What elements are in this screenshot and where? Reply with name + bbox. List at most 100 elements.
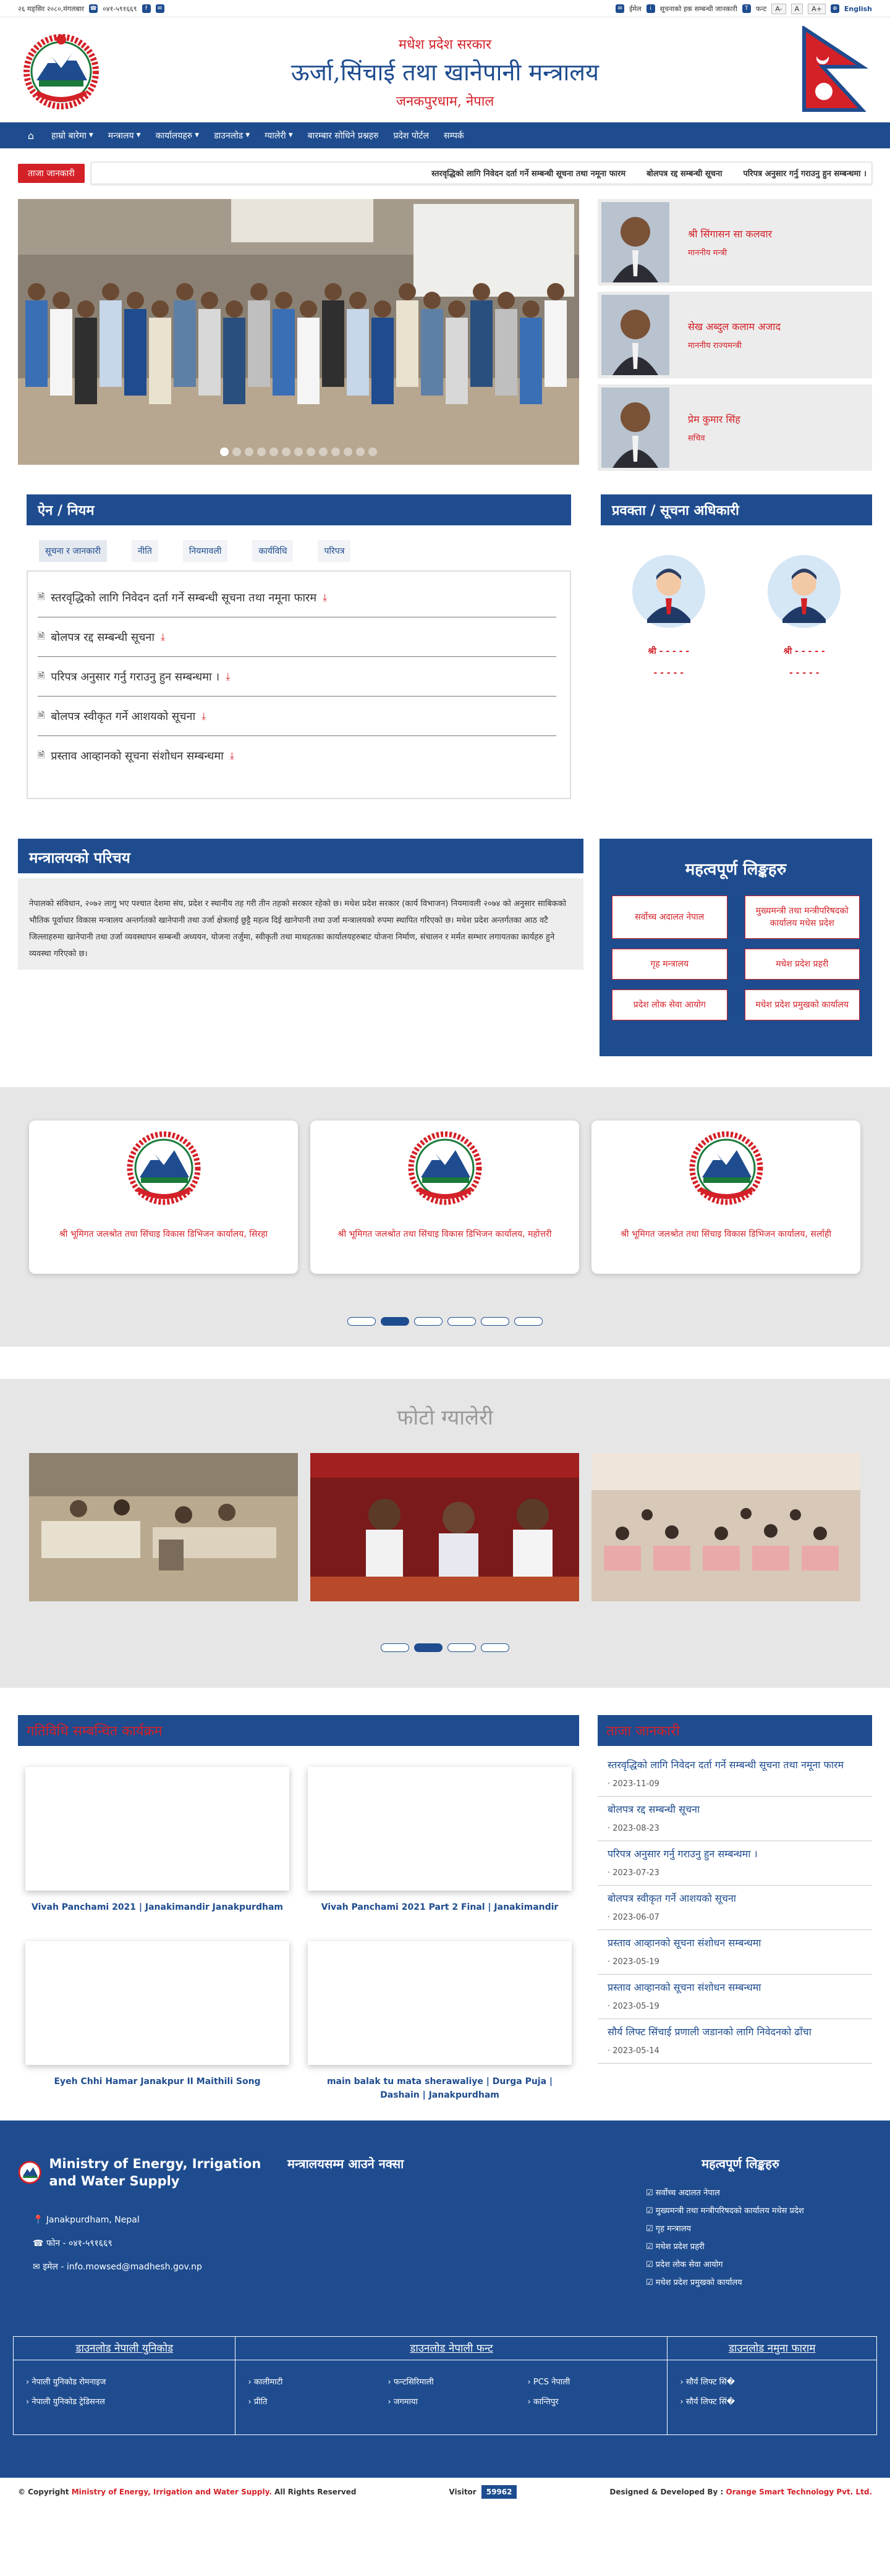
download-item-label[interactable]: प्रीति <box>254 2397 268 2407</box>
important-link[interactable]: मधेश प्रदेश प्रहरी <box>744 949 860 980</box>
video-card[interactable]: Vivah Panchami 2021 | Janakimandir Janak… <box>25 1767 289 1912</box>
slider-dot[interactable] <box>232 447 241 456</box>
nav-item[interactable]: सम्पर्क <box>436 122 472 148</box>
gallery-dot[interactable] <box>481 1643 509 1652</box>
office-card[interactable]: श्री भूमिगत जलश्रोत तथा सिंचाइ विकास डिभ… <box>29 1121 298 1274</box>
news-item[interactable]: स्तरवृद्धिको लागि निवेदन दर्ता गर्ने सम्… <box>598 1752 872 1797</box>
download-item[interactable]: › PCS नेपाली <box>527 2373 667 2392</box>
act-list-item[interactable]: 🗎 बोलपत्र स्वीकृत गर्ने आशयको सूचना ⤓ <box>38 697 556 736</box>
slider-dot[interactable] <box>294 447 303 456</box>
gallery-dot[interactable] <box>381 1643 409 1652</box>
footer-link[interactable]: मुख्यमन्त्री तथा मन्त्रीपरिषदको कार्यालय… <box>656 2206 804 2216</box>
slider-dot[interactable] <box>344 447 352 456</box>
download-item[interactable]: › प्रीति <box>248 2392 388 2412</box>
carousel-dot[interactable] <box>347 1317 376 1326</box>
footer-link[interactable]: प्रदेश लोक सेवा आयोग <box>656 2260 723 2269</box>
download-icon[interactable]: ⤓ <box>161 631 165 643</box>
video-embed[interactable] <box>25 1941 289 2065</box>
important-link[interactable]: मधेश प्रदेश प्रमुखको कार्यालय <box>744 989 860 1020</box>
act-list-item[interactable]: 🗎 स्तरवृद्धिको लागि निवेदन दर्ता गर्ने सम… <box>38 578 556 617</box>
home-icon[interactable]: ⌂ <box>18 122 44 148</box>
carousel-dot[interactable] <box>514 1317 543 1326</box>
footer-link[interactable]: गृह मन्त्रालय <box>656 2224 691 2234</box>
nav-item[interactable]: प्रदेश पोर्टल <box>386 122 437 148</box>
tab-acts[interactable]: नीति <box>131 540 158 562</box>
video-embed[interactable] <box>308 1767 572 1891</box>
news-title[interactable]: प्रस्ताव आव्हानको सूचना संशोधन सम्बन्धमा <box>608 1936 872 1950</box>
video-embed[interactable] <box>25 1767 289 1891</box>
download-item[interactable]: › जगमाया <box>388 2392 527 2412</box>
act-item-title[interactable]: स्तरवृद्धिको लागि निवेदन दर्ता गर्ने सम्… <box>51 590 316 605</box>
video-title[interactable]: Vivah Panchami 2021 Part 2 Final | Janak… <box>308 1900 572 1914</box>
news-item[interactable]: प्रस्ताव आव्हानको सूचना संशोधन सम्बन्धमा… <box>598 1975 872 2019</box>
news-title[interactable]: प्रस्ताव आव्हानको सूचना संशोधन सम्बन्धमा <box>608 1981 872 1994</box>
ticker-item[interactable]: बोलपत्र रद्द सम्बन्धी सूचना <box>646 167 722 179</box>
mail-icon[interactable]: ✉ <box>155 4 164 13</box>
office-name[interactable]: श्री भूमिगत जलश्रोत तथा सिंचाइ विकास डिभ… <box>591 1228 860 1240</box>
language-switch[interactable]: English <box>844 5 872 13</box>
ticker-item[interactable]: परिपत्र अनुसार गर्नु गराउनु हुन सम्बन्धम… <box>744 167 867 179</box>
download-item[interactable]: › नेपाली युनिकोड रोमनाइज <box>26 2373 235 2392</box>
download-item[interactable]: › कान्तिपुर <box>527 2392 667 2412</box>
font-decrease-button[interactable]: A- <box>771 3 786 14</box>
official-name[interactable]: प्रेम कुमार सिंह <box>688 412 740 426</box>
carousel-dot[interactable] <box>481 1317 509 1326</box>
news-title[interactable]: बोलपत्र रद्द सम्बन्धी सूचना <box>608 1803 872 1816</box>
footer-link-item[interactable]: ☑ गृह मन्त्रालय <box>646 2220 872 2238</box>
slider-dot[interactable] <box>356 447 365 456</box>
important-link[interactable]: मुख्यमन्त्री तथा मन्त्रीपरिषदको कार्यालय… <box>744 896 860 939</box>
official-card[interactable]: सेख अब्दुल कलाम अजाद माननीय राज्यमन्त्री <box>598 292 872 378</box>
news-title[interactable]: बोलपत्र स्वीकृत गर्ने आशयको सूचना <box>608 1892 872 1905</box>
nav-item[interactable]: डाउनलोड ▼ <box>206 122 257 148</box>
tab-acts[interactable]: परिपत्र <box>318 540 351 562</box>
official-name[interactable]: श्री सिंगासन सा कलवार <box>688 227 772 240</box>
gallery-photo[interactable] <box>591 1453 860 1601</box>
video-title[interactable]: Eyeh Chhi Hamar Janakpur II Maithili Son… <box>25 2075 289 2088</box>
news-title[interactable]: परिपत्र अनुसार गर्नु गराउनु हुन सम्बन्धम… <box>608 1847 872 1861</box>
carousel-dot[interactable] <box>414 1317 443 1326</box>
news-title[interactable]: स्तरवृद्धिको लागि निवेदन दर्ता गर्ने सम्… <box>608 1758 872 1772</box>
nav-item[interactable]: हाम्रो बारेमा ▼ <box>44 122 101 148</box>
office-card[interactable]: श्री भूमिगत जलश्रोत तथा सिंचाइ विकास डिभ… <box>310 1121 579 1274</box>
download-item[interactable]: › नेपाली युनिकोड ट्रेडिसनल <box>26 2392 235 2412</box>
footer-link-item[interactable]: ☑ मधेश प्रदेश प्रहरी <box>646 2238 872 2256</box>
slider-dot[interactable] <box>319 447 328 456</box>
download-item[interactable]: › फन्टसिरिमाली <box>388 2373 527 2392</box>
news-item[interactable]: बोलपत्र स्वीकृत गर्ने आशयको सूचना · 2023-… <box>598 1886 872 1930</box>
carousel-dot[interactable] <box>381 1317 409 1326</box>
important-link[interactable]: प्रदेश लोक सेवा आयोग <box>612 989 727 1020</box>
news-item[interactable]: परिपत्र अनुसार गर्नु गराउनु हुन सम्बन्धम… <box>598 1841 872 1886</box>
video-title[interactable]: main balak tu mata sherawaliye | Durga P… <box>308 2075 572 2102</box>
download-group-title[interactable]: डाउनलोड नेपाली युनिकोड <box>14 2341 235 2360</box>
act-list-item[interactable]: 🗎 बोलपत्र रद्द सम्बन्धी सूचना ⤓ <box>38 617 556 657</box>
facebook-icon[interactable]: f <box>142 4 151 13</box>
download-item[interactable]: › सौर्य लिफ्ट सिं� <box>680 2392 876 2412</box>
gallery-photo[interactable] <box>310 1453 579 1601</box>
official-card[interactable]: श्री सिंगासन सा कलवार माननीय मन्त्री <box>598 199 872 286</box>
download-item-label[interactable]: PCS नेपाली <box>533 2378 570 2387</box>
important-link[interactable]: सर्वोच्च अदालत नेपाल <box>612 896 727 939</box>
video-title[interactable]: Vivah Panchami 2021 | Janakimandir Janak… <box>25 1900 289 1914</box>
office-card[interactable]: श्री भूमिगत जलश्रोत तथा सिंचाइ विकास डिभ… <box>591 1121 860 1274</box>
gallery-photo[interactable] <box>29 1453 298 1601</box>
tab-acts[interactable]: सूचना र जानकारी <box>39 540 107 562</box>
download-item-label[interactable]: कालीमाटी <box>254 2378 283 2387</box>
act-item-title[interactable]: बोलपत्र रद्द सम्बन्धी सूचना <box>51 630 155 645</box>
video-card[interactable]: Eyeh Chhi Hamar Janakpur II Maithili Son… <box>25 1941 289 2087</box>
download-icon[interactable]: ⤓ <box>226 671 230 683</box>
download-item-label[interactable]: नेपाली युनिकोड रोमनाइज <box>32 2378 106 2387</box>
download-item-label[interactable]: फन्टसिरिमाली <box>394 2378 434 2387</box>
news-item[interactable]: प्रस्ताव आव्हानको सूचना संशोधन सम्बन्धमा… <box>598 1930 872 1975</box>
developer-link[interactable]: Orange Smart Technology Pvt. Ltd. <box>726 2488 872 2496</box>
office-name[interactable]: श्री भूमिगत जलश्रोत तथा सिंचाइ विकास डिभ… <box>310 1228 579 1240</box>
footer-link[interactable]: मधेश प्रदेश प्रमुखको कार्यालय <box>656 2278 742 2287</box>
video-embed[interactable] <box>308 1941 572 2065</box>
nav-item[interactable]: मन्त्रालय ▼ <box>101 122 148 148</box>
download-item-label[interactable]: सौर्य लिफ्ट सिं� <box>686 2378 735 2387</box>
download-item-label[interactable]: नेपाली युनिकोड ट्रेडिसनल <box>32 2397 105 2407</box>
nav-item[interactable]: ग्यालेरी ▼ <box>257 122 300 148</box>
slider-dot[interactable] <box>368 447 377 456</box>
download-item[interactable]: › सौर्य लिफ्ट सिं� <box>680 2373 876 2392</box>
footer-link[interactable]: सर्वोच्च अदालत नेपाल <box>656 2188 720 2198</box>
slider-dot[interactable] <box>307 447 315 456</box>
